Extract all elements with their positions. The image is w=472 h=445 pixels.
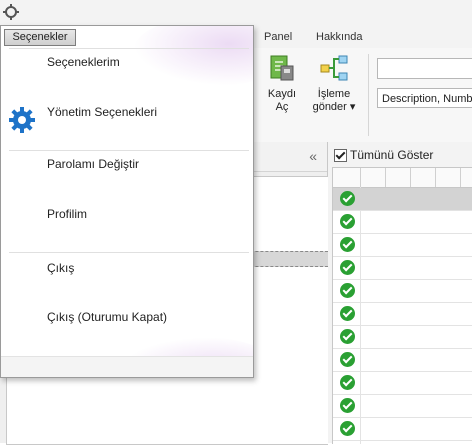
gear-icon: [9, 107, 35, 133]
check-icon: [340, 191, 355, 206]
send-process-button[interactable]: İşleme gönder ▾: [310, 54, 358, 114]
search-field-select[interactable]: Description, Numbe: [377, 88, 472, 108]
menu-divider: [9, 150, 249, 151]
tab-panel[interactable]: Panel: [264, 31, 292, 43]
app-icon: [3, 4, 19, 20]
table-row[interactable]: [333, 349, 472, 372]
workflow-icon: [320, 55, 348, 81]
check-icon: [340, 260, 355, 275]
menu-decoration: [133, 26, 253, 86]
menu-footer: [1, 356, 253, 377]
options-menu-button[interactable]: Seçenekler: [4, 29, 76, 46]
check-icon: [340, 214, 355, 229]
menu-item-exit[interactable]: Çıkış: [47, 261, 74, 275]
search-input[interactable]: [377, 58, 472, 79]
table-row[interactable]: [333, 211, 472, 234]
table-row[interactable]: [333, 418, 472, 441]
menu-item-my-options[interactable]: Seçeneklerim: [47, 55, 120, 69]
menu-item-profile[interactable]: Profilim: [47, 207, 87, 221]
options-menu: Seçenekler Seçeneklerim Yönetim Seçenekl…: [0, 25, 254, 378]
send-process-line1: İşleme: [317, 88, 351, 100]
check-icon: [340, 283, 355, 298]
open-record-line1: Kaydı: [267, 88, 297, 100]
open-record-icon: [270, 55, 294, 81]
table-row[interactable]: [333, 280, 472, 303]
collapse-icon[interactable]: «: [309, 148, 317, 164]
table-row[interactable]: [333, 326, 472, 349]
open-record-line2: Aç: [275, 101, 289, 113]
tab-about[interactable]: Hakkında: [316, 31, 362, 43]
records-grid[interactable]: [332, 167, 472, 444]
menu-divider: [9, 252, 249, 253]
title-bar: [0, 0, 472, 26]
table-row[interactable]: [333, 257, 472, 280]
table-row[interactable]: [333, 395, 472, 418]
right-pane: Tümünü Göster: [328, 142, 472, 444]
menu-item-change-password[interactable]: Parolamı Değiştir: [47, 157, 139, 171]
check-icon: [340, 421, 355, 436]
send-process-line2: gönder ▾: [312, 101, 356, 113]
table-row[interactable]: [333, 188, 472, 211]
checkbox-icon[interactable]: [334, 148, 347, 162]
menu-item-admin-options[interactable]: Yönetim Seçenekleri: [47, 105, 157, 119]
check-icon: [340, 237, 355, 252]
show-all-checkbox[interactable]: Tümünü Göster: [334, 148, 433, 162]
menu-divider: [9, 48, 249, 49]
menu-item-logout[interactable]: Çıkış (Oturumu Kapat): [47, 310, 167, 324]
ribbon-separator: [368, 54, 369, 136]
grid-header: [333, 168, 472, 188]
check-icon: [340, 375, 355, 390]
open-record-button[interactable]: Kaydı Aç: [262, 54, 302, 114]
show-all-label: Tümünü Göster: [350, 148, 434, 162]
table-row[interactable]: [333, 234, 472, 257]
check-icon: [340, 398, 355, 413]
check-icon: [340, 329, 355, 344]
table-row[interactable]: [333, 372, 472, 395]
table-row[interactable]: [333, 303, 472, 326]
check-icon: [340, 306, 355, 321]
check-icon: [340, 352, 355, 367]
